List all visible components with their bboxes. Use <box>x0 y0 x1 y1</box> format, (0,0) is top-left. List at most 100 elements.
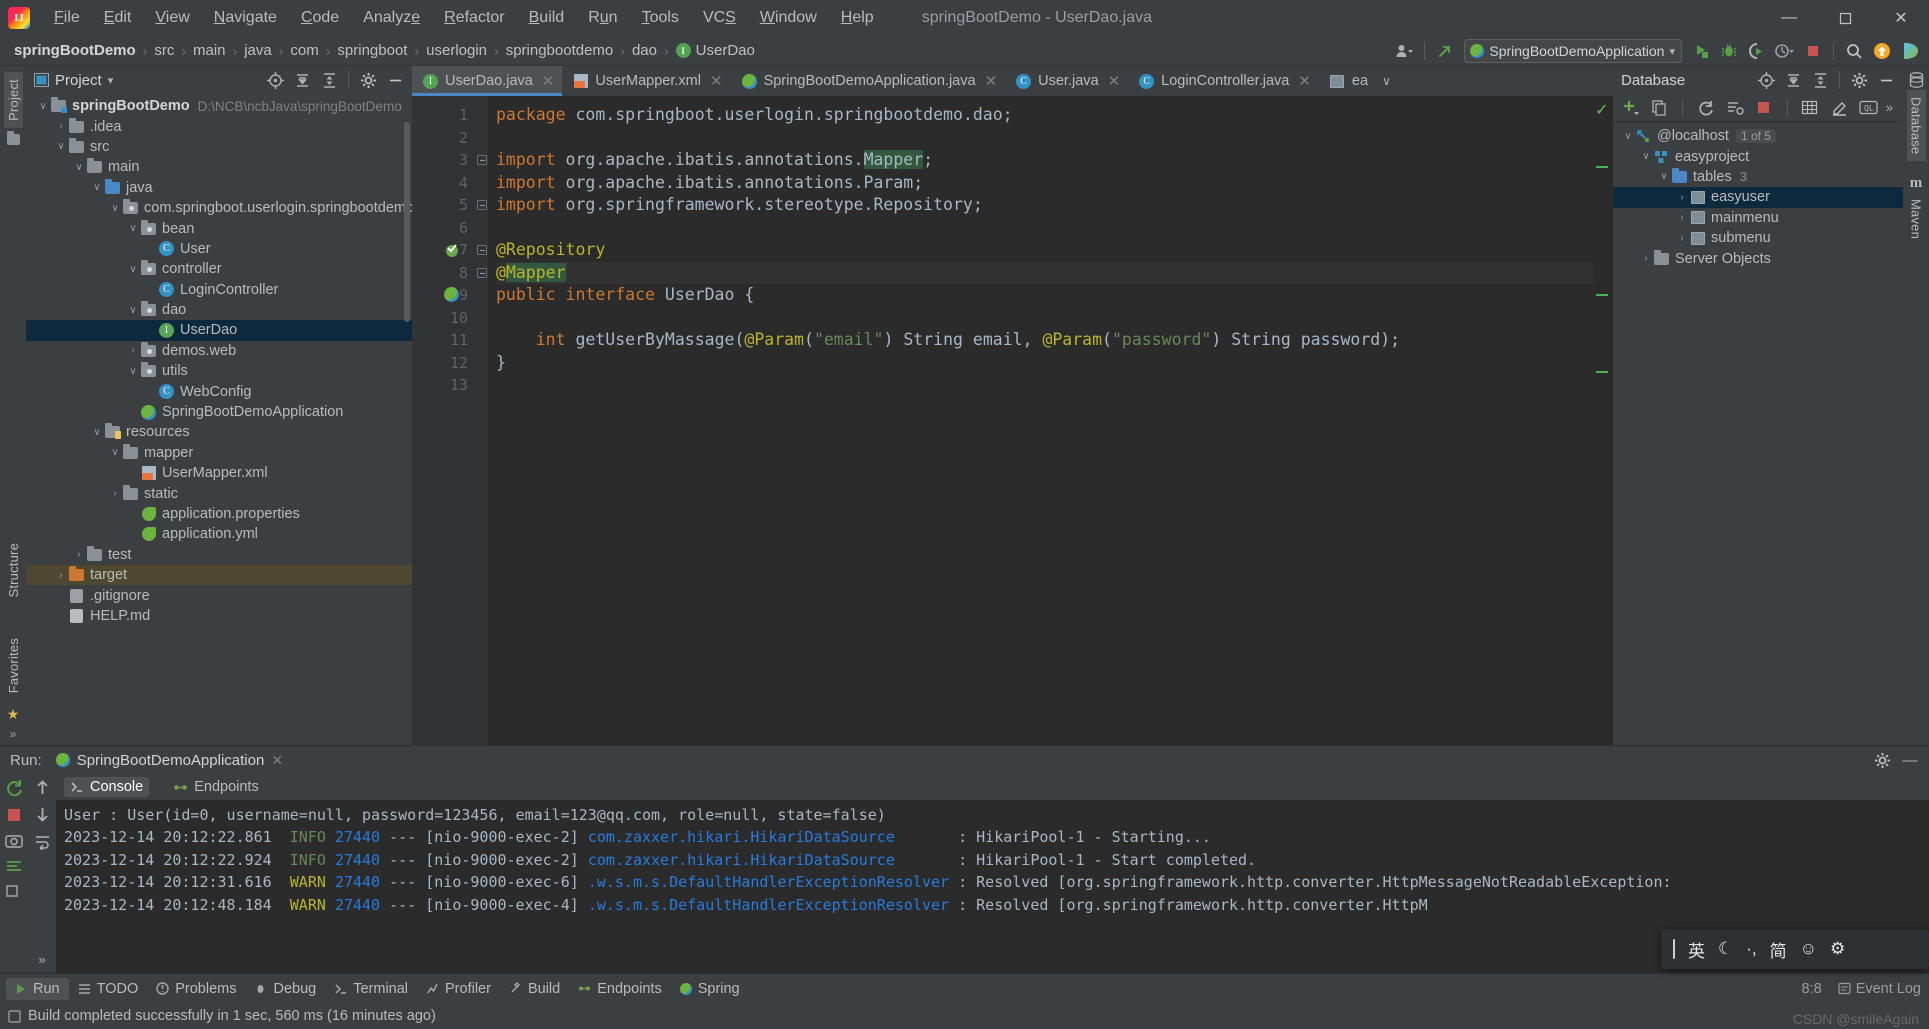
rail-button-maven[interactable]: Maven <box>1907 192 1926 246</box>
gutter-line-11[interactable]: 11 <box>412 329 476 352</box>
table-icon[interactable] <box>1798 96 1821 120</box>
editor-gutter[interactable]: 1 2 3 4 5 6 7 8 9 10 11 12 13 <box>412 96 476 745</box>
close-icon[interactable]: ✕ <box>271 752 283 769</box>
status-button-terminal[interactable]: Terminal <box>325 978 417 1000</box>
thread-dump-icon[interactable] <box>5 859 23 875</box>
rail-button-project[interactable]: Project <box>3 72 23 128</box>
gutter-line-10[interactable]: 10 <box>412 307 476 330</box>
soft-wrap-icon[interactable] <box>34 834 51 850</box>
project-tree-row-utils[interactable]: ∨ utils <box>26 361 412 381</box>
database-tree-row-submenu[interactable]: › submenu <box>1613 228 1903 248</box>
locate-icon[interactable] <box>1753 68 1779 92</box>
console-tab-endpoints[interactable]: Endpoints <box>167 777 265 797</box>
chevron-right-icon[interactable]: › <box>1675 233 1689 244</box>
close-tab-icon[interactable]: ✕ <box>542 72 555 90</box>
ime-settings-icon[interactable]: ⚙ <box>1830 939 1845 959</box>
database-tree-row-easyuser[interactable]: › easyuser <box>1613 187 1903 208</box>
project-tree-row-webconfig[interactable]: C WebConfig <box>26 381 412 401</box>
chevron-right-icon[interactable]: › <box>126 345 140 356</box>
ime-moon-icon[interactable]: ☾ <box>1718 939 1733 959</box>
status-button-profiler[interactable]: Profiler <box>417 978 500 1000</box>
database-tree-row--localhost[interactable]: ∨ @localhost 1 of 5 <box>1613 126 1903 146</box>
menu-run[interactable]: Run <box>576 5 629 31</box>
chevron-down-icon[interactable]: ∨ <box>1657 171 1671 182</box>
code-content[interactable]: package com.springboot.userlogin.springb… <box>488 96 1593 745</box>
menu-window[interactable]: Window <box>748 5 829 31</box>
close-button[interactable]: ✕ <box>1873 0 1929 36</box>
editor-tab-userdao-java[interactable]: I UserDao.java ✕ <box>412 66 563 96</box>
project-tree-row-test[interactable]: › test <box>26 545 412 565</box>
editor-marker-strip[interactable]: ✓ <box>1593 96 1613 745</box>
ime-simplified-button[interactable]: 简 <box>1770 937 1787 962</box>
chevron-right-icon[interactable]: › <box>54 570 68 581</box>
editor-tab-springbootdemoapplication-java[interactable]: SpringBootDemoApplication.java ✕ <box>730 66 1006 96</box>
chevron-right-icon[interactable]: › <box>1675 212 1689 223</box>
project-tree-row-mapper[interactable]: ∨ mapper <box>26 443 412 463</box>
chevron-right-icon[interactable]: › <box>1675 192 1689 203</box>
ime-emoji-icon[interactable]: ☺ <box>1800 939 1817 959</box>
editor-tabs-overflow-icon[interactable]: ∨ <box>1376 66 1397 96</box>
update-project-icon[interactable] <box>1432 39 1458 63</box>
rail-button-structure[interactable]: Structure <box>4 536 23 605</box>
project-tree-row-springbootdemo[interactable]: ∨ springBootDemo D:\NCB\ncbJava\springBoot… <box>26 96 412 116</box>
chevron-down-icon[interactable]: ∨ <box>36 101 50 112</box>
screenshot-icon[interactable] <box>5 833 23 849</box>
menu-vcs[interactable]: VCS <box>691 5 748 31</box>
breadcrumb-item-5[interactable]: springboot <box>333 41 411 60</box>
gutter-line-13[interactable]: 13 <box>412 374 476 397</box>
code-line-1[interactable]: package com.springboot.userlogin.springb… <box>496 104 1593 127</box>
expand-all-icon[interactable] <box>289 68 315 92</box>
gear-icon[interactable] <box>1869 748 1895 772</box>
status-button-problems[interactable]: Problems <box>147 978 245 1000</box>
gutter-line-9[interactable]: 9 <box>412 284 476 307</box>
sync-icon[interactable] <box>1723 96 1746 120</box>
project-tree-row-userdao[interactable]: I UserDao <box>26 320 412 341</box>
menu-build[interactable]: Build <box>517 5 577 31</box>
editor-tab-ea[interactable]: ea <box>1318 66 1377 96</box>
code-fold-marker[interactable] <box>477 267 487 278</box>
stop-icon[interactable] <box>6 807 22 823</box>
collapse-all-icon[interactable] <box>1807 68 1833 92</box>
menu-navigate[interactable]: Navigate <box>202 5 289 31</box>
project-tree-row-demos-web[interactable]: › demos.web <box>26 341 412 361</box>
filter-icon[interactable] <box>6 885 22 901</box>
locate-icon[interactable] <box>262 68 288 92</box>
stop-icon[interactable] <box>1800 39 1826 63</box>
project-tree-scrollbar[interactable] <box>404 122 410 322</box>
gutter-line-12[interactable]: 12 <box>412 352 476 375</box>
database-tree-row-mainmenu[interactable]: › mainmenu <box>1613 208 1903 228</box>
menu-analyze[interactable]: Analyze <box>351 5 432 31</box>
project-tree-row-main[interactable]: ∨ main <box>26 157 412 177</box>
code-line-4[interactable]: import org.apache.ibatis.annotations.Par… <box>496 172 1593 195</box>
gutter-line-7[interactable]: 7 <box>412 239 476 262</box>
project-tree-row-user[interactable]: C User <box>26 239 412 259</box>
editor-tab-bar[interactable]: I UserDao.java ✕ UserMapper.xml ✕ SpringBootD… <box>412 66 1613 96</box>
status-button-run[interactable]: Run <box>6 977 69 1000</box>
copy-icon[interactable] <box>1648 96 1671 120</box>
gutter-line-1[interactable]: 1 <box>412 104 476 127</box>
rerun-icon[interactable] <box>5 778 24 797</box>
event-log-button[interactable]: Event Log <box>1838 981 1921 997</box>
add-icon[interactable] <box>1619 96 1642 120</box>
user-icon[interactable] <box>1391 39 1417 63</box>
editor-tab-logincontroller-java[interactable]: C LoginController.java ✕ <box>1128 66 1319 96</box>
gutter-line-5[interactable]: 5 <box>412 194 476 217</box>
updates-icon[interactable] <box>1869 39 1895 63</box>
menu-tools[interactable]: Tools <box>630 5 691 31</box>
editor-tab-user-java[interactable]: C User.java ✕ <box>1005 66 1129 96</box>
breadcrumb-item-8[interactable]: dao <box>628 41 661 60</box>
project-tree-row-bean[interactable]: ∨ bean <box>26 218 412 238</box>
project-tree-row-java[interactable]: ∨ java <box>26 178 412 198</box>
scroll-up-icon[interactable] <box>34 778 51 796</box>
database-tree-row-easyproject[interactable]: ∨ easyproject <box>1613 146 1903 166</box>
collapse-all-icon[interactable] <box>316 68 342 92</box>
chevron-right-icon[interactable]: › <box>72 549 86 560</box>
chevron-down-icon[interactable]: ∨ <box>126 264 140 275</box>
code-line-2[interactable] <box>496 127 1593 150</box>
ime-toolbar[interactable]: 英 ☾ ·, 简 ☺ ⚙ <box>1661 929 1929 969</box>
inspection-ok-icon[interactable]: ✓ <box>1595 100 1608 120</box>
run-configuration-selector[interactable]: SpringBootDemoApplication ▾ <box>1464 39 1682 63</box>
hide-panel-icon[interactable]: — <box>1897 748 1923 772</box>
profiler-icon[interactable] <box>1772 39 1798 63</box>
menu-edit[interactable]: Edit <box>92 5 144 31</box>
